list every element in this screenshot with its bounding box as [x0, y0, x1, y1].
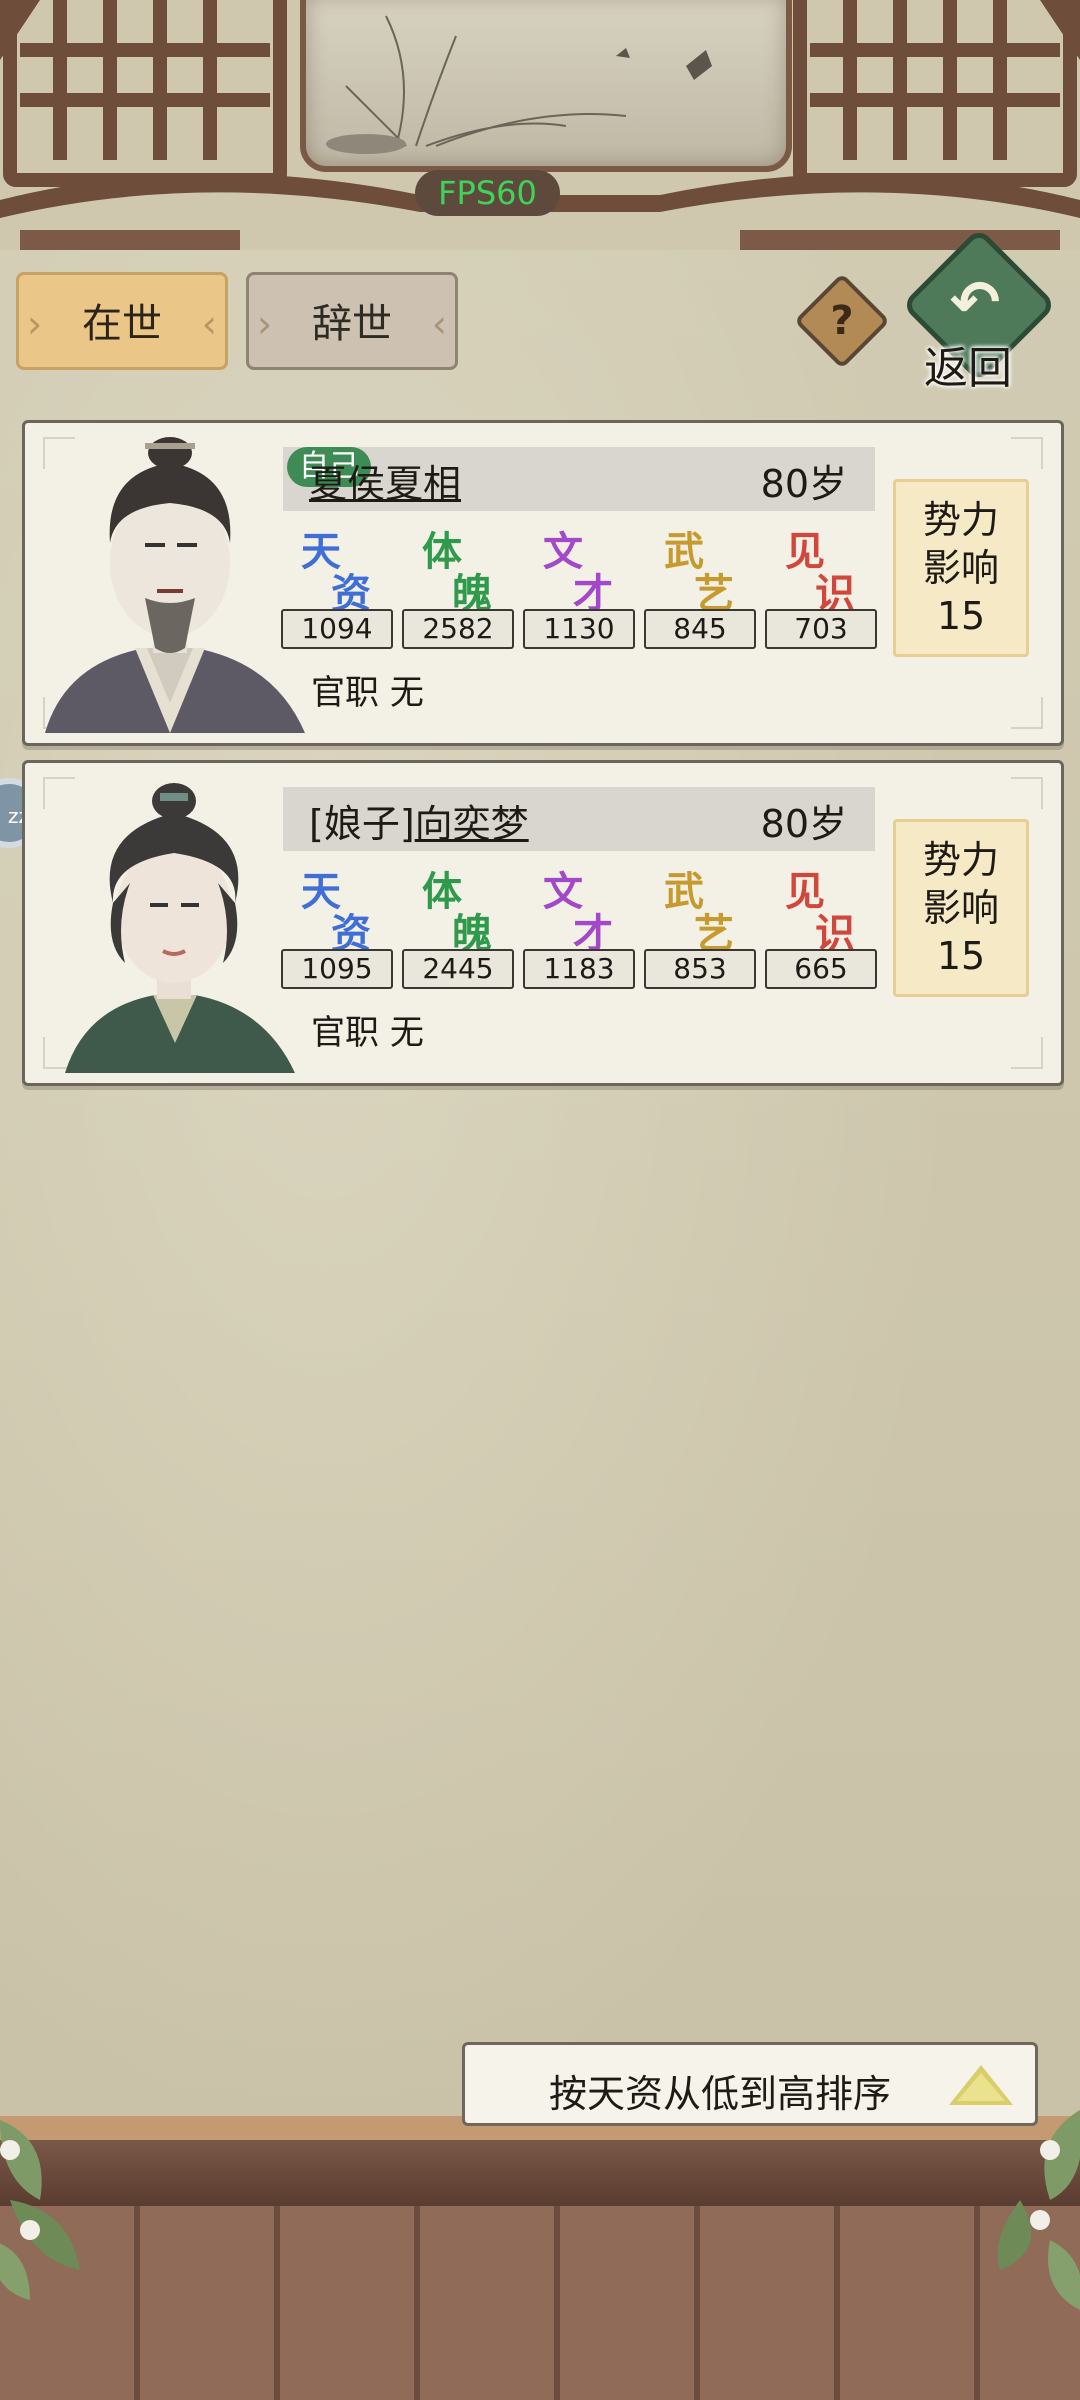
stat-tipo: 体 魄 2445: [402, 859, 514, 999]
leaves-decoration-icon: [0, 2120, 80, 2300]
tab-alive[interactable]: › 在世 ‹: [16, 272, 228, 370]
tab-deceased[interactable]: › 辞世 ‹: [246, 272, 458, 370]
back-button[interactable]: ↶ 返回: [901, 227, 1057, 394]
chevron-right-icon: ›: [27, 302, 43, 346]
chevron-left-icon: ‹: [201, 302, 217, 346]
character-name[interactable]: [娘子]向奕梦: [309, 793, 529, 848]
game-screen: FPS60 › 在世 ‹ › 辞世 ‹ ? ↶ 返回 zz 夏侯夏相 自己 80…: [0, 0, 1080, 2400]
influence-box[interactable]: 势力 影响 15: [893, 819, 1029, 997]
official-value: 无: [389, 1013, 424, 1053]
tab-deceased-label: 辞世: [312, 301, 392, 347]
help-button[interactable]: ?: [793, 272, 891, 370]
stat-value: 1130: [523, 609, 635, 649]
stat-tianzi: 天 资 1094: [281, 519, 393, 659]
sort-label: 按天资从低到高排序: [549, 2072, 892, 2116]
stat-value: 2445: [402, 949, 514, 989]
stat-value: 1095: [281, 949, 393, 989]
influence-value: 15: [936, 594, 986, 638]
name-bar: 夏侯夏相 自己 80岁: [283, 447, 875, 511]
stat-wuyi: 武 艺 853: [644, 859, 756, 999]
stat-value: 845: [644, 609, 756, 649]
fps-counter: FPS60: [415, 170, 560, 216]
stat-wuyi: 武 艺 845: [644, 519, 756, 659]
chevron-left-icon: ‹: [431, 302, 447, 346]
return-arrow-icon: ↶: [950, 268, 1001, 338]
portrait-elderly-woman: [65, 783, 295, 1073]
stat-value: 665: [765, 949, 877, 989]
hanging-painting: [300, 0, 792, 172]
name-bar: [娘子]向奕梦 80岁: [283, 787, 875, 851]
question-mark-icon: ?: [830, 298, 854, 344]
official-position: 官职 无: [311, 1005, 424, 1054]
stat-wencai: 文 才 1183: [523, 859, 635, 999]
stat-value: 703: [765, 609, 877, 649]
portrait-elderly-man: [45, 437, 305, 733]
stat-tipo: 体 魄 2582: [402, 519, 514, 659]
influence-label-1: 势力: [922, 498, 999, 542]
sort-button[interactable]: 按天资从低到高排序: [462, 2042, 1038, 2126]
character-card[interactable]: 夏侯夏相 自己 80岁 天 资 1094 体 魄 2582 文 才 1130 武 …: [22, 420, 1064, 746]
wood-floor: [0, 2206, 1080, 2400]
stats-row: 天 资 1094 体 魄 2582 文 才 1130 武 艺 845 见 识 7…: [281, 519, 881, 659]
tab-alive-label: 在世: [82, 301, 162, 347]
official-value: 无: [389, 673, 424, 713]
character-name[interactable]: 夏侯夏相: [309, 453, 461, 508]
back-label: 返回: [924, 343, 1012, 394]
influence-value: 15: [936, 934, 986, 978]
influence-box[interactable]: 势力 影响 15: [893, 479, 1029, 657]
character-age: 80岁: [760, 802, 847, 846]
stat-tianzi: 天 资 1095: [281, 859, 393, 999]
chevron-right-icon: ›: [257, 302, 273, 346]
stat-jianshi: 见 识 703: [765, 519, 877, 659]
stats-row: 天 资 1095 体 魄 2445 文 才 1183 武 艺 853 见 识 6…: [281, 859, 881, 999]
influence-label-2: 影响: [922, 886, 999, 930]
stat-value: 1183: [523, 949, 635, 989]
influence-label-2: 影响: [922, 546, 999, 590]
official-label: 官职: [311, 673, 379, 713]
official-label: 官职: [311, 1013, 379, 1053]
stat-jianshi: 见 识 665: [765, 859, 877, 999]
character-age: 80岁: [760, 462, 847, 506]
official-position: 官职 无: [311, 665, 424, 714]
stat-value: 1094: [281, 609, 393, 649]
influence-label-1: 势力: [922, 838, 999, 882]
character-card[interactable]: [娘子]向奕梦 80岁 天 资 1095 体 魄 2445 文 才 1183 武…: [22, 760, 1064, 1086]
stat-value: 2582: [402, 609, 514, 649]
wood-rail: [0, 2140, 1080, 2206]
stat-value: 853: [644, 949, 756, 989]
stat-wencai: 文 才 1130: [523, 519, 635, 659]
